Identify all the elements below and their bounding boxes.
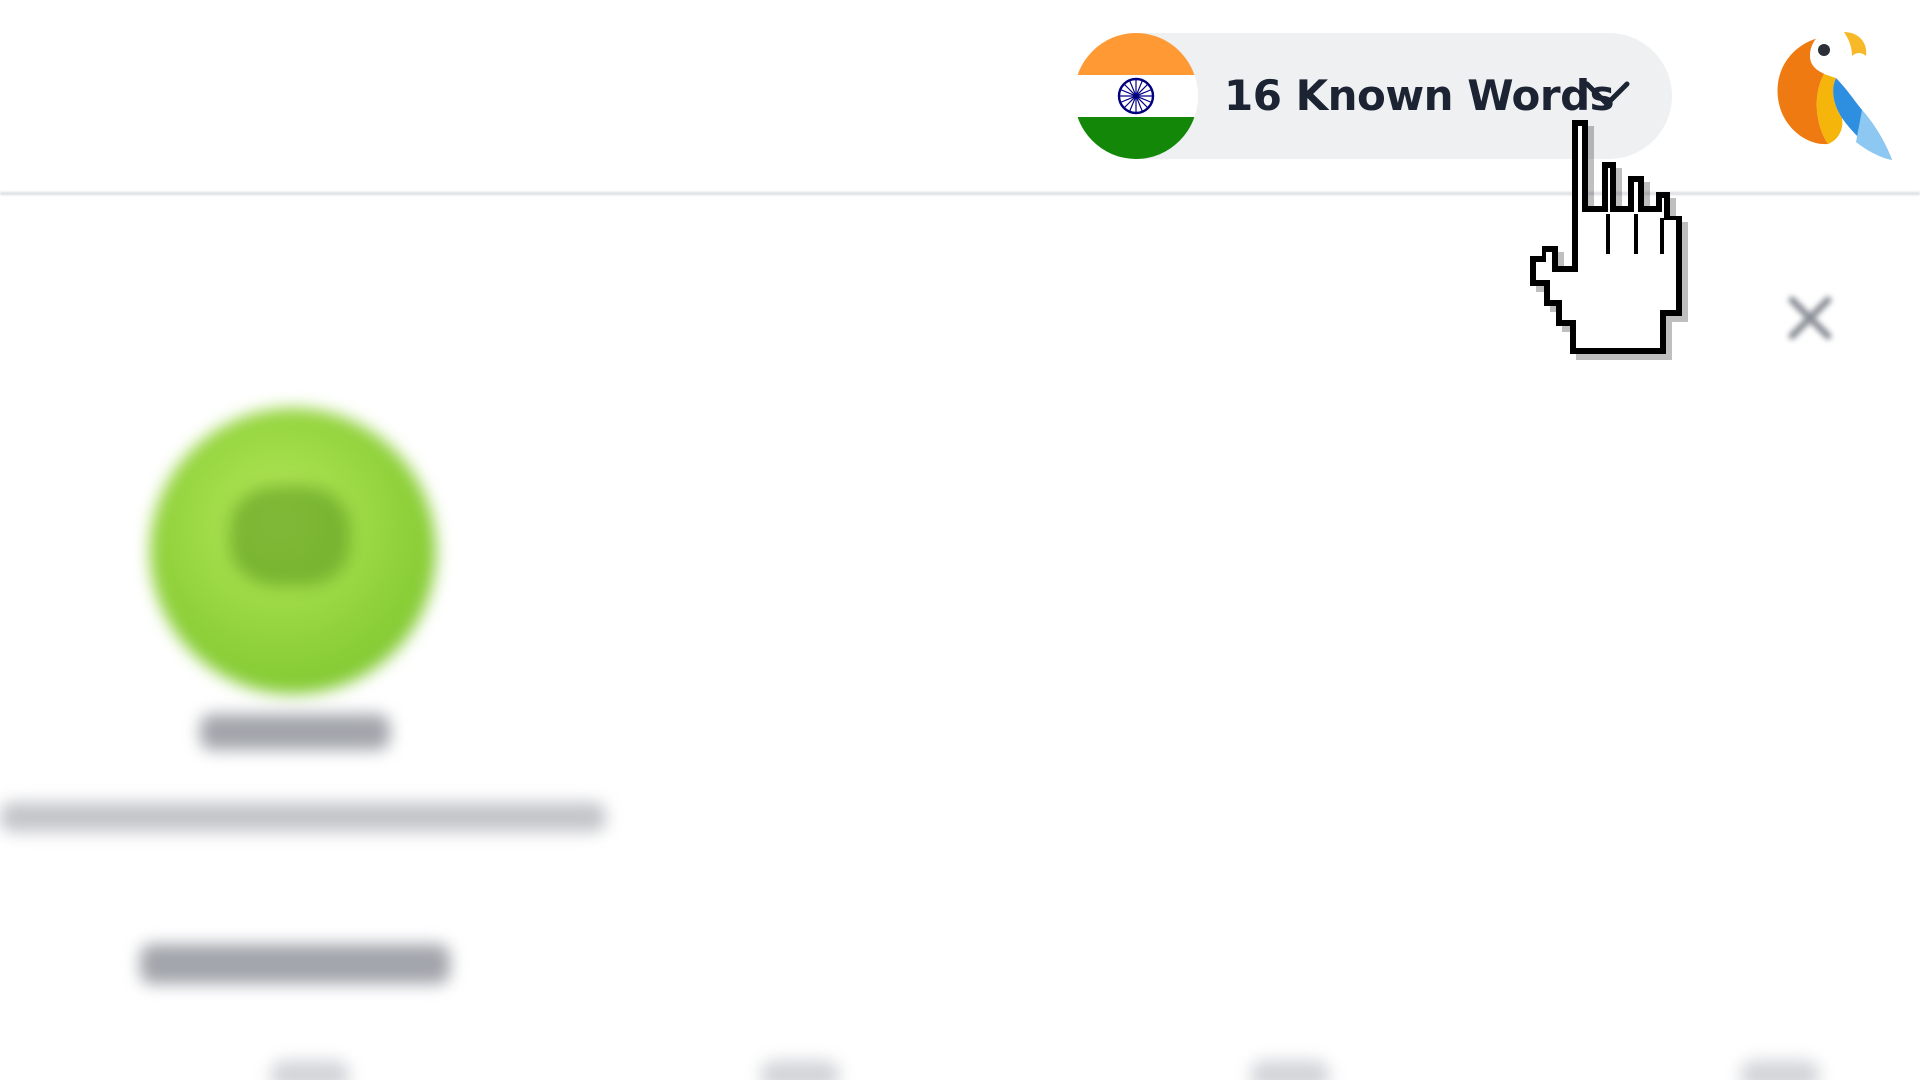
blurred-edit-button (140, 944, 450, 984)
india-flag-icon[interactable] (1074, 33, 1198, 159)
header-divider (0, 192, 1920, 195)
blurred-description-text (0, 802, 606, 832)
blurred-stat-item (1250, 1060, 1330, 1080)
close-icon[interactable] (1784, 292, 1836, 344)
blurred-stat-item (270, 1060, 350, 1080)
top-header: 16 Known Words (0, 0, 1920, 195)
known-words-label[interactable]: 16 Known Words (1224, 64, 1615, 128)
parrot-logo-icon[interactable] (1766, 26, 1894, 162)
blurred-stat-item (760, 1060, 840, 1080)
blurred-stat-item (1740, 1060, 1820, 1080)
blurred-profile-content (0, 196, 1920, 1080)
blurred-name-text (200, 714, 390, 750)
chevron-down-icon[interactable] (1583, 78, 1631, 112)
app-page: 16 Known Words (0, 0, 1920, 1080)
avatar-glyph (230, 486, 350, 586)
